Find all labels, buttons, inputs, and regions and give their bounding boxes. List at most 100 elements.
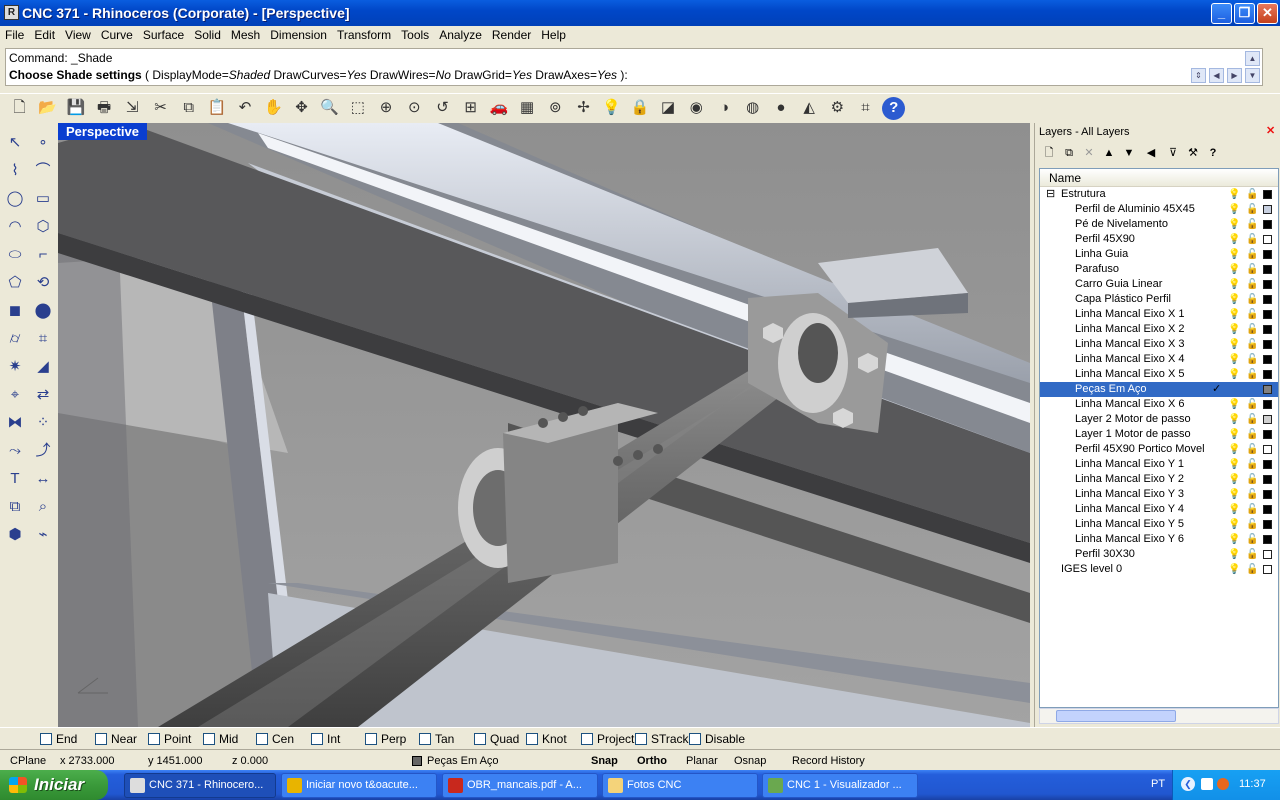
menu-edit[interactable]: Edit [29,26,60,42]
layer-row[interactable]: Perfil de Aluminio 45X45 💡 🔓 [1040,202,1278,217]
layer-row[interactable]: Peças Em Aço ✓ [1040,382,1278,397]
unlock-icon[interactable]: 🔓 [1246,352,1258,367]
unlock-icon[interactable]: 🔓 [1246,247,1258,262]
move-to-parent-icon[interactable]: ◀ [1143,145,1159,161]
layer-row[interactable]: Linha Mancal Eixo X 4 💡 🔓 [1040,352,1278,367]
layer-color-swatch[interactable] [1263,475,1272,484]
move-up-icon[interactable]: ▲ [1101,145,1117,161]
scrollbar-thumb[interactable] [1056,710,1176,722]
revolve-icon[interactable]: ⟲ [31,271,55,295]
save-icon[interactable]: 💾 [64,97,87,120]
layer-color-swatch[interactable] [1263,205,1272,214]
unlock-icon[interactable]: 🔓 [1246,217,1258,232]
cplane-label[interactable]: CPlane [10,754,46,768]
help-icon[interactable]: ? [882,97,906,120]
scroll-right-icon[interactable]: ▶ [1227,68,1242,83]
unlock-icon[interactable]: 🔓 [1246,232,1258,247]
copy-icon[interactable]: ⧉ [177,97,200,120]
update-icon[interactable] [1217,778,1229,790]
lock-icon[interactable]: 🔒 [628,97,651,120]
osnap-strack[interactable]: STrack [635,732,689,746]
scroll-down-icon[interactable]: ▼ [1245,68,1260,83]
visibility-bulb-icon[interactable]: 💡 [1228,232,1240,247]
checkbox[interactable] [311,733,323,745]
layer-color-swatch[interactable] [1263,520,1272,529]
layer-row[interactable]: Layer 2 Motor de passo 💡 🔓 [1040,412,1278,427]
layer-color-swatch[interactable] [1263,220,1272,229]
layer-list[interactable]: Name ⊟ Estrutura 💡 🔓 Perfil de Aluminio 45X4… [1039,168,1279,708]
option-drawcurves[interactable]: DrawCurves [273,68,339,82]
layer-color-swatch[interactable] [1263,280,1272,289]
network-icon[interactable] [1201,778,1213,790]
unlock-icon[interactable]: 🔓 [1246,562,1258,577]
light-icon[interactable]: 💡 [600,97,623,120]
layer-color-swatch[interactable] [1263,565,1272,574]
osnap-mid[interactable]: Mid [203,732,238,746]
unlock-icon[interactable]: 🔓 [1246,337,1258,352]
viewport-title[interactable]: Perspective [58,123,147,140]
planar-toggle[interactable]: Planar [686,754,718,768]
unlock-icon[interactable]: 🔓 [1246,307,1258,322]
render-mesh-icon[interactable]: ⬢ [3,523,27,547]
layer-color-swatch[interactable] [1263,385,1272,394]
layer-color-swatch[interactable] [1263,190,1272,199]
menu-help[interactable]: Help [536,26,571,42]
option-displaymode[interactable]: DisplayMode [152,68,221,82]
tools-icon[interactable]: ⚒ [1185,145,1201,161]
visibility-bulb-icon[interactable]: 💡 [1228,502,1240,517]
visibility-bulb-icon[interactable]: 💡 [1228,547,1240,562]
menu-view[interactable]: View [60,26,96,42]
osnap-icon[interactable]: ⊚ [544,97,567,120]
visibility-bulb-icon[interactable]: 💡 [1228,292,1240,307]
show-hidden-icons-icon[interactable]: ❮ [1181,777,1195,791]
new-layer-icon[interactable]: 🗋 [1041,145,1057,161]
curve-icon[interactable]: ⌒ [31,159,55,183]
unlock-icon[interactable]: 🔓 [1246,412,1258,427]
surface-icon[interactable]: ⬠ [3,271,27,295]
layer-color-swatch[interactable] [1263,250,1272,259]
unlock-icon[interactable]: 🔓 [1246,547,1258,562]
polyline-icon[interactable]: ⌇ [3,159,27,183]
menu-solid[interactable]: Solid [189,26,226,42]
explode-icon[interactable]: ✷ [3,355,27,379]
visibility-bulb-icon[interactable]: 💡 [1228,397,1240,412]
unlock-icon[interactable]: 🔓 [1246,292,1258,307]
osnap-point[interactable]: Point [148,732,191,746]
menu-transform[interactable]: Transform [332,26,396,42]
layer-row[interactable]: Linha Mancal Eixo Y 5 💡 🔓 [1040,517,1278,532]
boolean-icon[interactable]: ⧓ [3,411,27,435]
unlock-icon[interactable]: 🔓 [1246,457,1258,472]
unlock-icon[interactable]: 🔓 [1246,427,1258,442]
layer-list-scrollbar[interactable] [1039,708,1279,724]
unlock-icon[interactable]: 🔓 [1246,187,1258,202]
visibility-bulb-icon[interactable]: 💡 [1228,487,1240,502]
visibility-bulb-icon[interactable]: 💡 [1228,217,1240,232]
layer-color-swatch[interactable] [1263,325,1272,334]
color-wheel-icon[interactable]: ◉ [685,97,708,120]
visibility-bulb-icon[interactable]: 💡 [1228,412,1240,427]
new-sublayer-icon[interactable]: ⧉ [1061,145,1077,161]
start-button[interactable]: Iniciar [0,770,108,800]
layer-row[interactable]: Linha Mancal Eixo X 5 💡 🔓 [1040,367,1278,382]
group-icon[interactable]: ⁘ [31,411,55,435]
unlock-icon[interactable]: 🔓 [1246,277,1258,292]
zoom-dynamic-icon[interactable]: 🔍 [318,97,341,120]
unlock-icon[interactable]: 🔓 [1246,367,1258,382]
scroll-up-icon[interactable]: ▲ [1245,51,1260,66]
layer-row[interactable]: Capa Plástico Perfil 💡 🔓 [1040,292,1278,307]
checkbox[interactable] [635,733,647,745]
menu-analyze[interactable]: Analyze [434,26,487,42]
osnap-perp[interactable]: Perp [365,732,406,746]
layer-color-swatch[interactable] [1263,445,1272,454]
visibility-bulb-icon[interactable]: 💡 [1228,352,1240,367]
layer-color-swatch[interactable] [1263,400,1272,409]
layer-row[interactable]: Linha Mancal Eixo X 6 💡 🔓 [1040,397,1278,412]
visibility-bulb-icon[interactable]: 💡 [1228,187,1240,202]
menu-surface[interactable]: Surface [138,26,189,42]
layer-color-swatch[interactable] [1263,370,1272,379]
options-gear-icon[interactable]: ⚙ [826,97,849,120]
layer-color-swatch[interactable] [1263,310,1272,319]
layer-color-swatch[interactable] [1263,415,1272,424]
language-indicator[interactable]: PT [1151,778,1165,790]
sweep-icon[interactable]: ⤳ [3,439,27,463]
